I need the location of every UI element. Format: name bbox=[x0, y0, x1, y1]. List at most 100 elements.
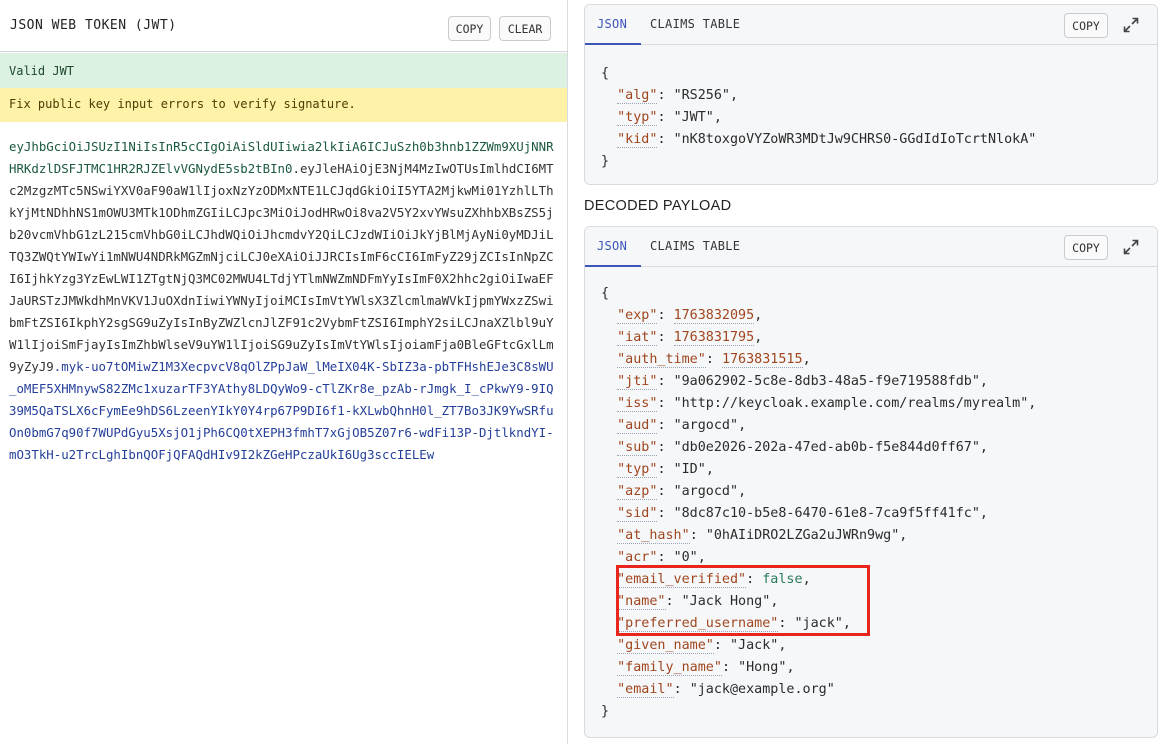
signature-warning-banner: Fix public key input errors to verify si… bbox=[0, 88, 567, 122]
json-claim-line: "sub": "db0e2026-202a-47ed-ab0b-f5e844d0… bbox=[601, 437, 1036, 459]
claim-key: "iss" bbox=[617, 396, 658, 412]
colon: : bbox=[689, 528, 706, 543]
json-claim-line: "sid": "8dc87c10-b5e8-6470-61e8-7ca9f5ff… bbox=[601, 503, 1036, 525]
claim-key: "sid" bbox=[617, 506, 658, 522]
claim-key: "aud" bbox=[617, 418, 658, 434]
claim-value-string: "db0e2026-202a-47ed-ab0b-f5e844d0ff67" bbox=[673, 440, 980, 455]
colon: : bbox=[657, 484, 674, 499]
token-payload-segment: eyJleHAiOjE3NjM4MzIwOTUsImlhdCI6MTc2Mzgz… bbox=[9, 161, 554, 374]
claim-value-string: "nK8toxgoVYZoWR3MDtJw9CHRS0-GGdIdIoTcrtN… bbox=[673, 132, 1037, 147]
claim-value-string: "Jack" bbox=[730, 638, 779, 653]
claim-key: "azp" bbox=[617, 484, 658, 500]
json-claim-line: "email_verified": false, bbox=[601, 569, 1036, 591]
comma: , bbox=[786, 660, 795, 675]
claim-value-number: 1763831795 bbox=[673, 330, 755, 346]
token-signature-segment: myk-uo7tOMiwZ1M3XecpvcV8qOlZPpJaW_lMeIX0… bbox=[9, 359, 554, 462]
colon: : bbox=[657, 506, 674, 521]
copy-payload-button[interactable]: COPY bbox=[1064, 235, 1108, 260]
json-claim-line: "iat": 1763831795, bbox=[601, 327, 1036, 349]
tab-json[interactable]: JSON bbox=[597, 239, 627, 253]
colon: : bbox=[657, 396, 674, 411]
json-claim-line: "azp": "argocd", bbox=[601, 481, 1036, 503]
claim-value-string: "Hong" bbox=[738, 660, 787, 675]
claim-key: "alg" bbox=[617, 88, 658, 104]
claim-key: "typ" bbox=[617, 110, 658, 126]
decoded-header-card: JSON CLAIMS TABLE COPY { "alg": "RS256",… bbox=[584, 4, 1158, 185]
comma: , bbox=[979, 374, 988, 389]
json-open-brace: { bbox=[601, 66, 610, 81]
json-claim-line: "kid": "nK8toxgoVYZoWR3MDtJw9CHRS0-GGdId… bbox=[601, 129, 1036, 151]
comma: , bbox=[754, 330, 763, 345]
comma: , bbox=[802, 572, 811, 587]
comma: , bbox=[697, 550, 706, 565]
copy-header-button[interactable]: COPY bbox=[1064, 13, 1108, 38]
header-json-view: { "alg": "RS256", "typ": "JWT", "kid": "… bbox=[601, 63, 1036, 173]
colon: : bbox=[657, 462, 674, 477]
tab-claims-table[interactable]: CLAIMS TABLE bbox=[650, 239, 740, 253]
json-close-brace: } bbox=[601, 154, 610, 169]
claim-key: "sub" bbox=[617, 440, 658, 456]
panel-title: JSON WEB TOKEN (JWT) bbox=[10, 18, 177, 33]
encoded-token-panel: JSON WEB TOKEN (JWT) COPY CLEAR Valid JW… bbox=[0, 0, 568, 744]
colon: : bbox=[705, 352, 722, 367]
header-tabs: JSON CLAIMS TABLE COPY bbox=[585, 5, 1157, 45]
json-claim-line: "name": "Jack Hong", bbox=[601, 591, 1036, 613]
json-claim-line: "email": "jack@example.org" bbox=[601, 679, 1036, 701]
tab-json[interactable]: JSON bbox=[597, 17, 627, 31]
json-claim-line: "jti": "9a062902-5c8e-8db3-48a5-f9e71958… bbox=[601, 371, 1036, 393]
claim-value-string: "Jack Hong" bbox=[681, 594, 771, 609]
claim-value-number: 1763831515 bbox=[721, 352, 803, 368]
colon: : bbox=[746, 572, 763, 587]
expand-icon[interactable] bbox=[1122, 16, 1140, 34]
comma: , bbox=[754, 308, 763, 323]
claim-value-string: "http://keycloak.example.com/realms/myre… bbox=[673, 396, 1029, 411]
comma: , bbox=[802, 352, 811, 367]
clear-button[interactable]: CLEAR bbox=[499, 16, 551, 41]
json-claim-line: "given_name": "Jack", bbox=[601, 635, 1036, 657]
claim-value-string: "argocd" bbox=[673, 418, 739, 433]
payload-json-view: { "exp": 1763832095, "iat": 1763831795, … bbox=[601, 283, 1036, 723]
claim-key: "given_name" bbox=[617, 638, 714, 654]
claim-key: "preferred_username" bbox=[617, 616, 779, 632]
expand-icon[interactable] bbox=[1122, 238, 1140, 256]
colon: : bbox=[657, 110, 674, 125]
tab-claims-table[interactable]: CLAIMS TABLE bbox=[650, 17, 740, 31]
json-claim-line: "exp": 1763832095, bbox=[601, 305, 1036, 327]
claim-key: "typ" bbox=[617, 462, 658, 478]
copy-token-button[interactable]: COPY bbox=[448, 16, 491, 41]
json-claim-line: "preferred_username": "jack", bbox=[601, 613, 1036, 635]
claim-value-string: "jack@example.org" bbox=[689, 682, 835, 697]
comma: , bbox=[705, 462, 714, 477]
comma: , bbox=[778, 638, 787, 653]
comma: , bbox=[770, 594, 779, 609]
json-claim-line: "alg": "RS256", bbox=[601, 85, 1036, 107]
claim-key: "acr" bbox=[617, 550, 658, 566]
claim-value-string: "argocd" bbox=[673, 484, 739, 499]
colon: : bbox=[713, 638, 730, 653]
comma: , bbox=[738, 484, 747, 499]
claim-value-string: "8dc87c10-b5e8-6470-61e8-7ca9f5ff41fc" bbox=[673, 506, 980, 521]
claim-key: "at_hash" bbox=[617, 528, 690, 544]
claim-value-string: "jack" bbox=[794, 616, 843, 631]
claim-value-number: 1763832095 bbox=[673, 308, 755, 324]
json-open-brace: { bbox=[601, 286, 610, 301]
claim-value-string: "0hAIiDRO2LZGa2uJWRn9wg" bbox=[705, 528, 900, 543]
token-input[interactable]: eyJhbGciOiJSUzI1NiIsInR5cCIgOiAiSldUIiwi… bbox=[9, 136, 554, 466]
json-claim-line: "at_hash": "0hAIiDRO2LZGa2uJWRn9wg", bbox=[601, 525, 1036, 547]
